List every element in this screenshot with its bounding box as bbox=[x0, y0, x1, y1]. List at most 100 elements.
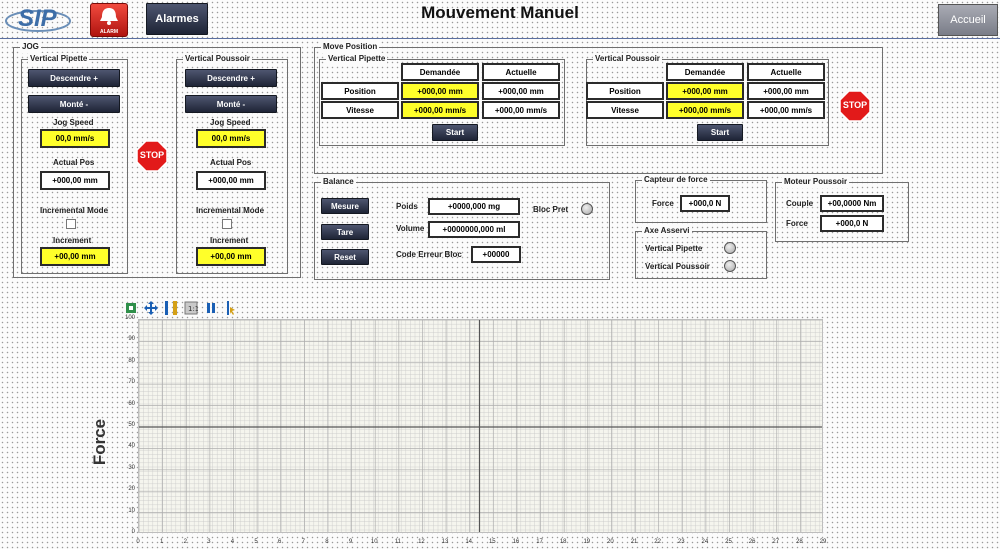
chart-x-tick: 12 bbox=[418, 539, 425, 545]
move-pipette-pos-actuelle-value: +000,00 mm bbox=[482, 82, 560, 100]
tare-button[interactable]: Tare bbox=[321, 224, 369, 240]
poussoir-jog-speed-input[interactable]: 00,0 mm/s bbox=[196, 129, 266, 148]
poussoir-incremental-mode-checkbox[interactable] bbox=[222, 219, 232, 229]
poussoir-monte-button[interactable]: Monté - bbox=[185, 95, 277, 113]
chart-x-tick: 15 bbox=[488, 539, 496, 545]
pipette-monte-button[interactable]: Monté - bbox=[28, 95, 120, 113]
fit-icon[interactable]: 1:1 bbox=[184, 301, 198, 315]
autoscale-icon[interactable] bbox=[164, 301, 178, 315]
chart-y-tick: 50 bbox=[128, 422, 135, 428]
pipette-increment-input[interactable]: +00,00 mm bbox=[40, 247, 110, 266]
reset-label: Reset bbox=[334, 252, 356, 262]
chart-y-tick: 10 bbox=[128, 507, 135, 514]
moteur-poussoir-title: Moteur Poussoir bbox=[782, 176, 850, 188]
alarmes-button[interactable]: Alarmes bbox=[146, 3, 208, 35]
pipette-descendre-label: Descendre + bbox=[50, 73, 98, 83]
chart-y-tick: 100 bbox=[124, 315, 135, 321]
chart-plot-area[interactable] bbox=[138, 319, 823, 533]
chart-x-tick: 4 bbox=[230, 539, 235, 545]
pipette-jog-speed-input[interactable]: 00,0 mm/s bbox=[40, 129, 110, 148]
move-pipette-start-button[interactable]: Start bbox=[432, 124, 478, 141]
jog-poussoir-title: Vertical Poussoir bbox=[183, 53, 252, 65]
alarm-text: ALARM bbox=[99, 29, 119, 35]
chart-y-tick: 40 bbox=[128, 443, 135, 450]
reset-button[interactable]: Reset bbox=[321, 249, 369, 265]
cursor-icon[interactable] bbox=[222, 301, 236, 315]
accueil-button[interactable]: Accueil bbox=[938, 4, 998, 36]
accueil-label: Accueil bbox=[950, 14, 986, 26]
moteur-couple-value: +00,0000 Nm bbox=[820, 195, 884, 212]
move-pipette-vit-actuelle-value: +000,00 mm/s bbox=[482, 101, 560, 119]
pipette-actual-pos-label: Actual Pos bbox=[53, 158, 95, 167]
poussoir-jog-speed-label: Jog Speed bbox=[210, 118, 251, 127]
poussoir-incremental-mode-label: Incremental Mode bbox=[196, 206, 265, 215]
poids-label: Poids bbox=[396, 202, 418, 211]
move-pipette-vit-demandee-input[interactable]: +000,00 mm/s bbox=[401, 101, 479, 119]
chart-y-tick: 80 bbox=[128, 357, 135, 364]
page-title: Mouvement Manuel bbox=[421, 3, 579, 22]
chart-x-tick: 11 bbox=[394, 539, 401, 545]
move-pipette-pos-demandee-input[interactable]: +000,00 mm bbox=[401, 82, 479, 100]
move-stop-button[interactable]: STOP bbox=[839, 90, 871, 122]
chart-plot-svg bbox=[139, 320, 822, 532]
bloc-pret-label: Bloc Pret bbox=[533, 205, 569, 214]
poussoir-descendre-button[interactable]: Descendre + bbox=[185, 69, 277, 87]
pipette-increment-label: Increment bbox=[53, 236, 92, 245]
jog-stop-button[interactable]: STOP bbox=[136, 140, 168, 172]
poids-value: +0000,000 mg bbox=[428, 198, 520, 215]
capteur-force-title: Capteur de force bbox=[642, 174, 710, 186]
moteur-couple-label: Couple bbox=[786, 199, 814, 208]
move-poussoir-title: Vertical Poussoir bbox=[593, 53, 662, 65]
volume-value: +0000000,000 ml bbox=[428, 221, 520, 238]
move-pipette-col-demandee: Demandée bbox=[401, 63, 479, 81]
axe-pipette-label: Vertical Pipette bbox=[645, 244, 703, 253]
pipette-descendre-button[interactable]: Descendre + bbox=[28, 69, 120, 87]
svg-text:1:1: 1:1 bbox=[188, 305, 198, 313]
jog-title: JOG bbox=[20, 41, 41, 53]
move-pipette-title: Vertical Pipette bbox=[326, 53, 388, 65]
chart-toolbar: 1:1 bbox=[124, 300, 244, 316]
chart-y-tick: 70 bbox=[128, 379, 135, 386]
header-divider bbox=[0, 38, 1000, 39]
chart-x-tick: 27 bbox=[772, 539, 780, 545]
chart-x-tick: 14 bbox=[465, 539, 473, 545]
move-pipette-start-label: Start bbox=[445, 128, 465, 137]
chart-x-tick: 3 bbox=[207, 539, 211, 545]
move-poussoir-start-button[interactable]: Start bbox=[697, 124, 743, 141]
moteur-force-value: +000,0 N bbox=[820, 215, 884, 232]
move-poussoir-col-demandee: Demandée bbox=[666, 63, 744, 81]
chart-x-tick: 2 bbox=[183, 539, 187, 545]
chart-x-tick: 5 bbox=[254, 539, 258, 545]
bloc-pret-indicator bbox=[581, 203, 593, 215]
axe-asservi-group: Axe Asservi bbox=[635, 225, 767, 279]
chart-y-tick: 0 bbox=[131, 529, 135, 535]
move-poussoir-vit-demandee-input[interactable]: +000,00 mm/s bbox=[666, 101, 744, 119]
poussoir-increment-input[interactable]: +00,00 mm bbox=[196, 247, 266, 266]
alarm-button[interactable]: ALARM bbox=[90, 3, 128, 37]
capteur-force-label: Force bbox=[652, 199, 674, 208]
mesure-button[interactable]: Mesure bbox=[321, 198, 369, 214]
move-poussoir-col-actuelle: Actuelle bbox=[747, 63, 825, 81]
chart-x-tick: 19 bbox=[583, 539, 591, 545]
logo: SIP bbox=[4, 4, 76, 34]
chart-x-tick: 18 bbox=[559, 539, 567, 545]
chart-x-tick: 0 bbox=[136, 539, 140, 545]
move-stop-label: STOP bbox=[842, 100, 868, 110]
poussoir-actual-pos-value: +000,00 mm bbox=[196, 171, 266, 190]
zoom-icon[interactable] bbox=[124, 301, 138, 315]
move-poussoir-row-vitesse: Vitesse bbox=[586, 101, 664, 119]
pipette-monte-label: Monté - bbox=[59, 99, 89, 109]
move-poussoir-pos-demandee-input[interactable]: +000,00 mm bbox=[666, 82, 744, 100]
pipette-incremental-mode-checkbox[interactable] bbox=[66, 219, 76, 229]
pause-icon[interactable] bbox=[204, 301, 218, 315]
jog-stop-label: STOP bbox=[139, 150, 165, 160]
chart-x-tick: 13 bbox=[441, 539, 449, 545]
move-pipette-col-actuelle: Actuelle bbox=[482, 63, 560, 81]
chart-x-tick: 23 bbox=[677, 539, 685, 545]
balance-title: Balance bbox=[321, 176, 356, 188]
move-position-title: Move Position bbox=[321, 41, 380, 53]
axe-pipette-indicator bbox=[724, 242, 736, 254]
chart-x-tick: 20 bbox=[607, 539, 614, 545]
pan-icon[interactable] bbox=[144, 301, 158, 315]
poussoir-monte-label: Monté - bbox=[216, 99, 246, 109]
